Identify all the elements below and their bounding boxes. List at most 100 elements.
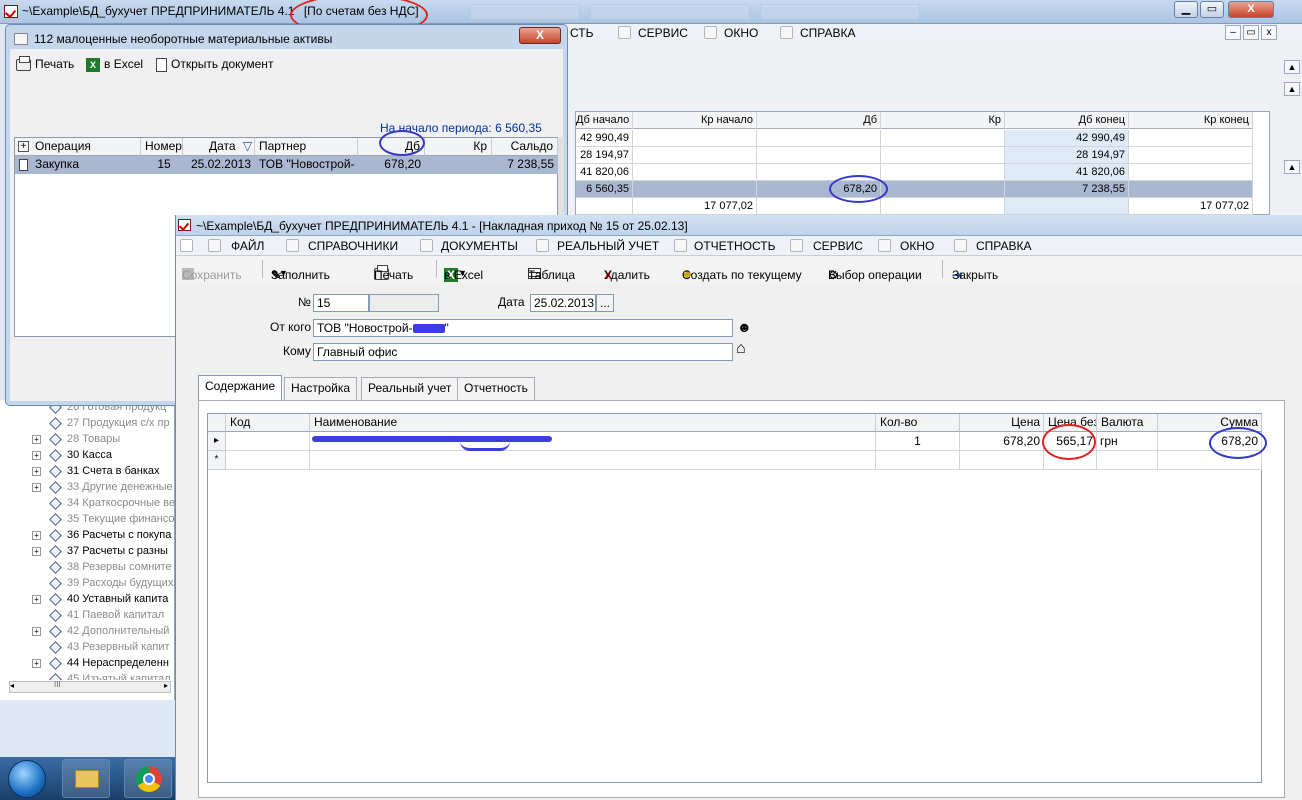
right-scrollbar[interactable]: ▲ ▲ ▲ [1284,42,1302,217]
expand-icon[interactable]: + [32,467,41,476]
table-cell[interactable]: 6 560,35 [576,181,633,198]
tab-reporting[interactable]: Отчетность [457,377,535,400]
header-name[interactable]: Наименование [310,414,876,432]
item-qty-cell[interactable]: 1 [876,432,960,451]
tree-item[interactable]: +37 Расчеты с разны [0,544,175,560]
mdi-restore-button[interactable]: ▭ [1243,25,1259,40]
new-document-icon[interactable] [180,239,193,252]
header-code[interactable]: Код [226,414,310,432]
table-cell[interactable] [1129,130,1253,147]
header-db-end[interactable]: Дб конец [1005,112,1129,129]
table-cell[interactable]: 7 238,55 [1005,181,1129,198]
table-cell[interactable] [633,147,757,164]
header-qty[interactable]: Кол-во [876,414,960,432]
background-tab[interactable] [590,4,750,20]
background-tab[interactable] [760,4,920,20]
expand-icon[interactable]: + [32,451,41,460]
expand-icon[interactable]: + [32,531,41,540]
table-cell[interactable] [881,198,1005,215]
table-cell[interactable]: 17 077,02 [1129,198,1253,215]
chrome-taskbar-button[interactable] [124,759,172,798]
table-cell[interactable] [881,147,1005,164]
excel-button[interactable]: Xв Excel [86,57,143,72]
menu-item-service[interactable]: СЕРВИС [813,239,863,253]
table-cell[interactable] [633,130,757,147]
tree-item[interactable]: +42 Дополнительный [0,624,175,640]
table-cell[interactable] [881,164,1005,181]
table-cell[interactable] [757,130,881,147]
header-kr-end[interactable]: Кр конец [1129,112,1253,129]
partner-lookup-icon[interactable]: ☻ [737,319,752,335]
header-db[interactable]: Дб [757,112,881,129]
table-cell[interactable] [757,147,881,164]
chevron-down-icon[interactable]: ▼ [279,268,288,278]
table-cell[interactable] [1129,164,1253,181]
background-tab[interactable] [470,4,580,20]
tree-horizontal-scrollbar[interactable]: ◂ III ▸ [9,680,171,693]
table-cell[interactable]: 28 194,97 [576,147,633,164]
tree-item[interactable]: 35 Текущие финансо [0,512,175,528]
table-cell[interactable]: 17 077,02 [633,198,757,215]
sort-filter-icon[interactable]: ▽ [243,139,252,153]
tree-item[interactable]: 27 Продукция с/х пр [0,416,175,432]
tree-item[interactable]: +44 Нераспределенн [0,656,175,672]
new-row-cell[interactable] [310,451,876,470]
mdi-close-button[interactable]: x [1261,25,1277,40]
explorer-taskbar-button[interactable] [62,759,110,798]
header-kr[interactable]: Кр [881,112,1005,129]
table-cell[interactable]: 42 990,49 [576,130,633,147]
scroll-up-arrow-icon[interactable]: ▲ [1284,82,1300,96]
table-cell[interactable]: 41 820,06 [576,164,633,181]
tree-item[interactable]: +31 Счета в банках [0,464,175,480]
header-price[interactable]: Цена [960,414,1044,432]
expand-icon[interactable]: + [32,659,41,668]
tree-item[interactable]: +40 Уставный капита [0,592,175,608]
header-kr-start[interactable]: Кр начало [633,112,757,129]
table-cell[interactable] [633,181,757,198]
item-currency-cell[interactable]: грн [1097,432,1158,451]
table-cell[interactable]: 7 238,55 [492,156,558,174]
home-icon[interactable]: ⌂ [736,340,746,358]
expand-icon[interactable]: + [32,483,41,492]
scroll-left-arrow-icon[interactable]: ◂ [10,681,14,690]
tree-item[interactable]: +28 Товары [0,432,175,448]
new-row-cell[interactable] [1097,451,1158,470]
header-saldo[interactable]: Сальдо [492,138,558,156]
header-currency[interactable]: Валюта [1097,414,1158,432]
item-price-cell[interactable]: 678,20 [960,432,1044,451]
to-field[interactable]: Главный офис [313,343,733,361]
header-db-start[interactable]: Дб начало [576,112,633,129]
minimize-button[interactable]: ▁ [1174,1,1198,18]
new-row-cell[interactable] [960,451,1044,470]
tree-item[interactable]: +30 Касса [0,448,175,464]
date-field[interactable]: 25.02.2013 [530,294,596,312]
table-cell[interactable]: 678,20 [358,156,425,174]
new-row-indicator[interactable]: * [208,451,226,470]
expand-icon[interactable]: + [32,547,41,556]
menu-item-real-accounting[interactable]: РЕАЛЬНЫЙ УЧЕТ [557,239,659,253]
table-cell[interactable] [576,198,633,215]
mdi-minimize-button[interactable]: – [1225,25,1241,40]
tree-item[interactable]: +33 Другие денежные [0,480,175,496]
scroll-right-arrow-icon[interactable]: ▸ [164,681,168,690]
table-cell[interactable]: 25.02.2013 [183,156,255,174]
header-date[interactable]: Дата ▽ [183,138,255,156]
maximize-button[interactable]: ▭ [1200,1,1224,18]
table-cell[interactable] [1129,147,1253,164]
number-field[interactable]: 15 [313,294,369,312]
expand-icon[interactable]: + [32,595,41,604]
tree-item[interactable]: 41 Паевой капитал [0,608,175,624]
table-cell[interactable] [1129,181,1253,198]
new-row-cell[interactable] [876,451,960,470]
date-picker-button[interactable]: ... [596,294,614,312]
tree-item[interactable]: 39 Расходы будущих [0,576,175,592]
table-row[interactable]: Закупка [15,156,141,174]
header-partner[interactable]: Партнер [255,138,358,156]
menu-item-service[interactable]: СЕРВИС [638,26,688,40]
table-cell[interactable] [425,156,492,174]
table-cell[interactable]: 42 990,49 [1005,130,1129,147]
menu-item-reports[interactable]: ОТЧЕТНОСТЬ [694,239,775,253]
menu-item-help[interactable]: СПРАВКА [800,26,856,40]
menu-item-file[interactable]: ФАЙЛ [231,239,264,253]
current-row-indicator[interactable]: ▸ [208,432,226,451]
